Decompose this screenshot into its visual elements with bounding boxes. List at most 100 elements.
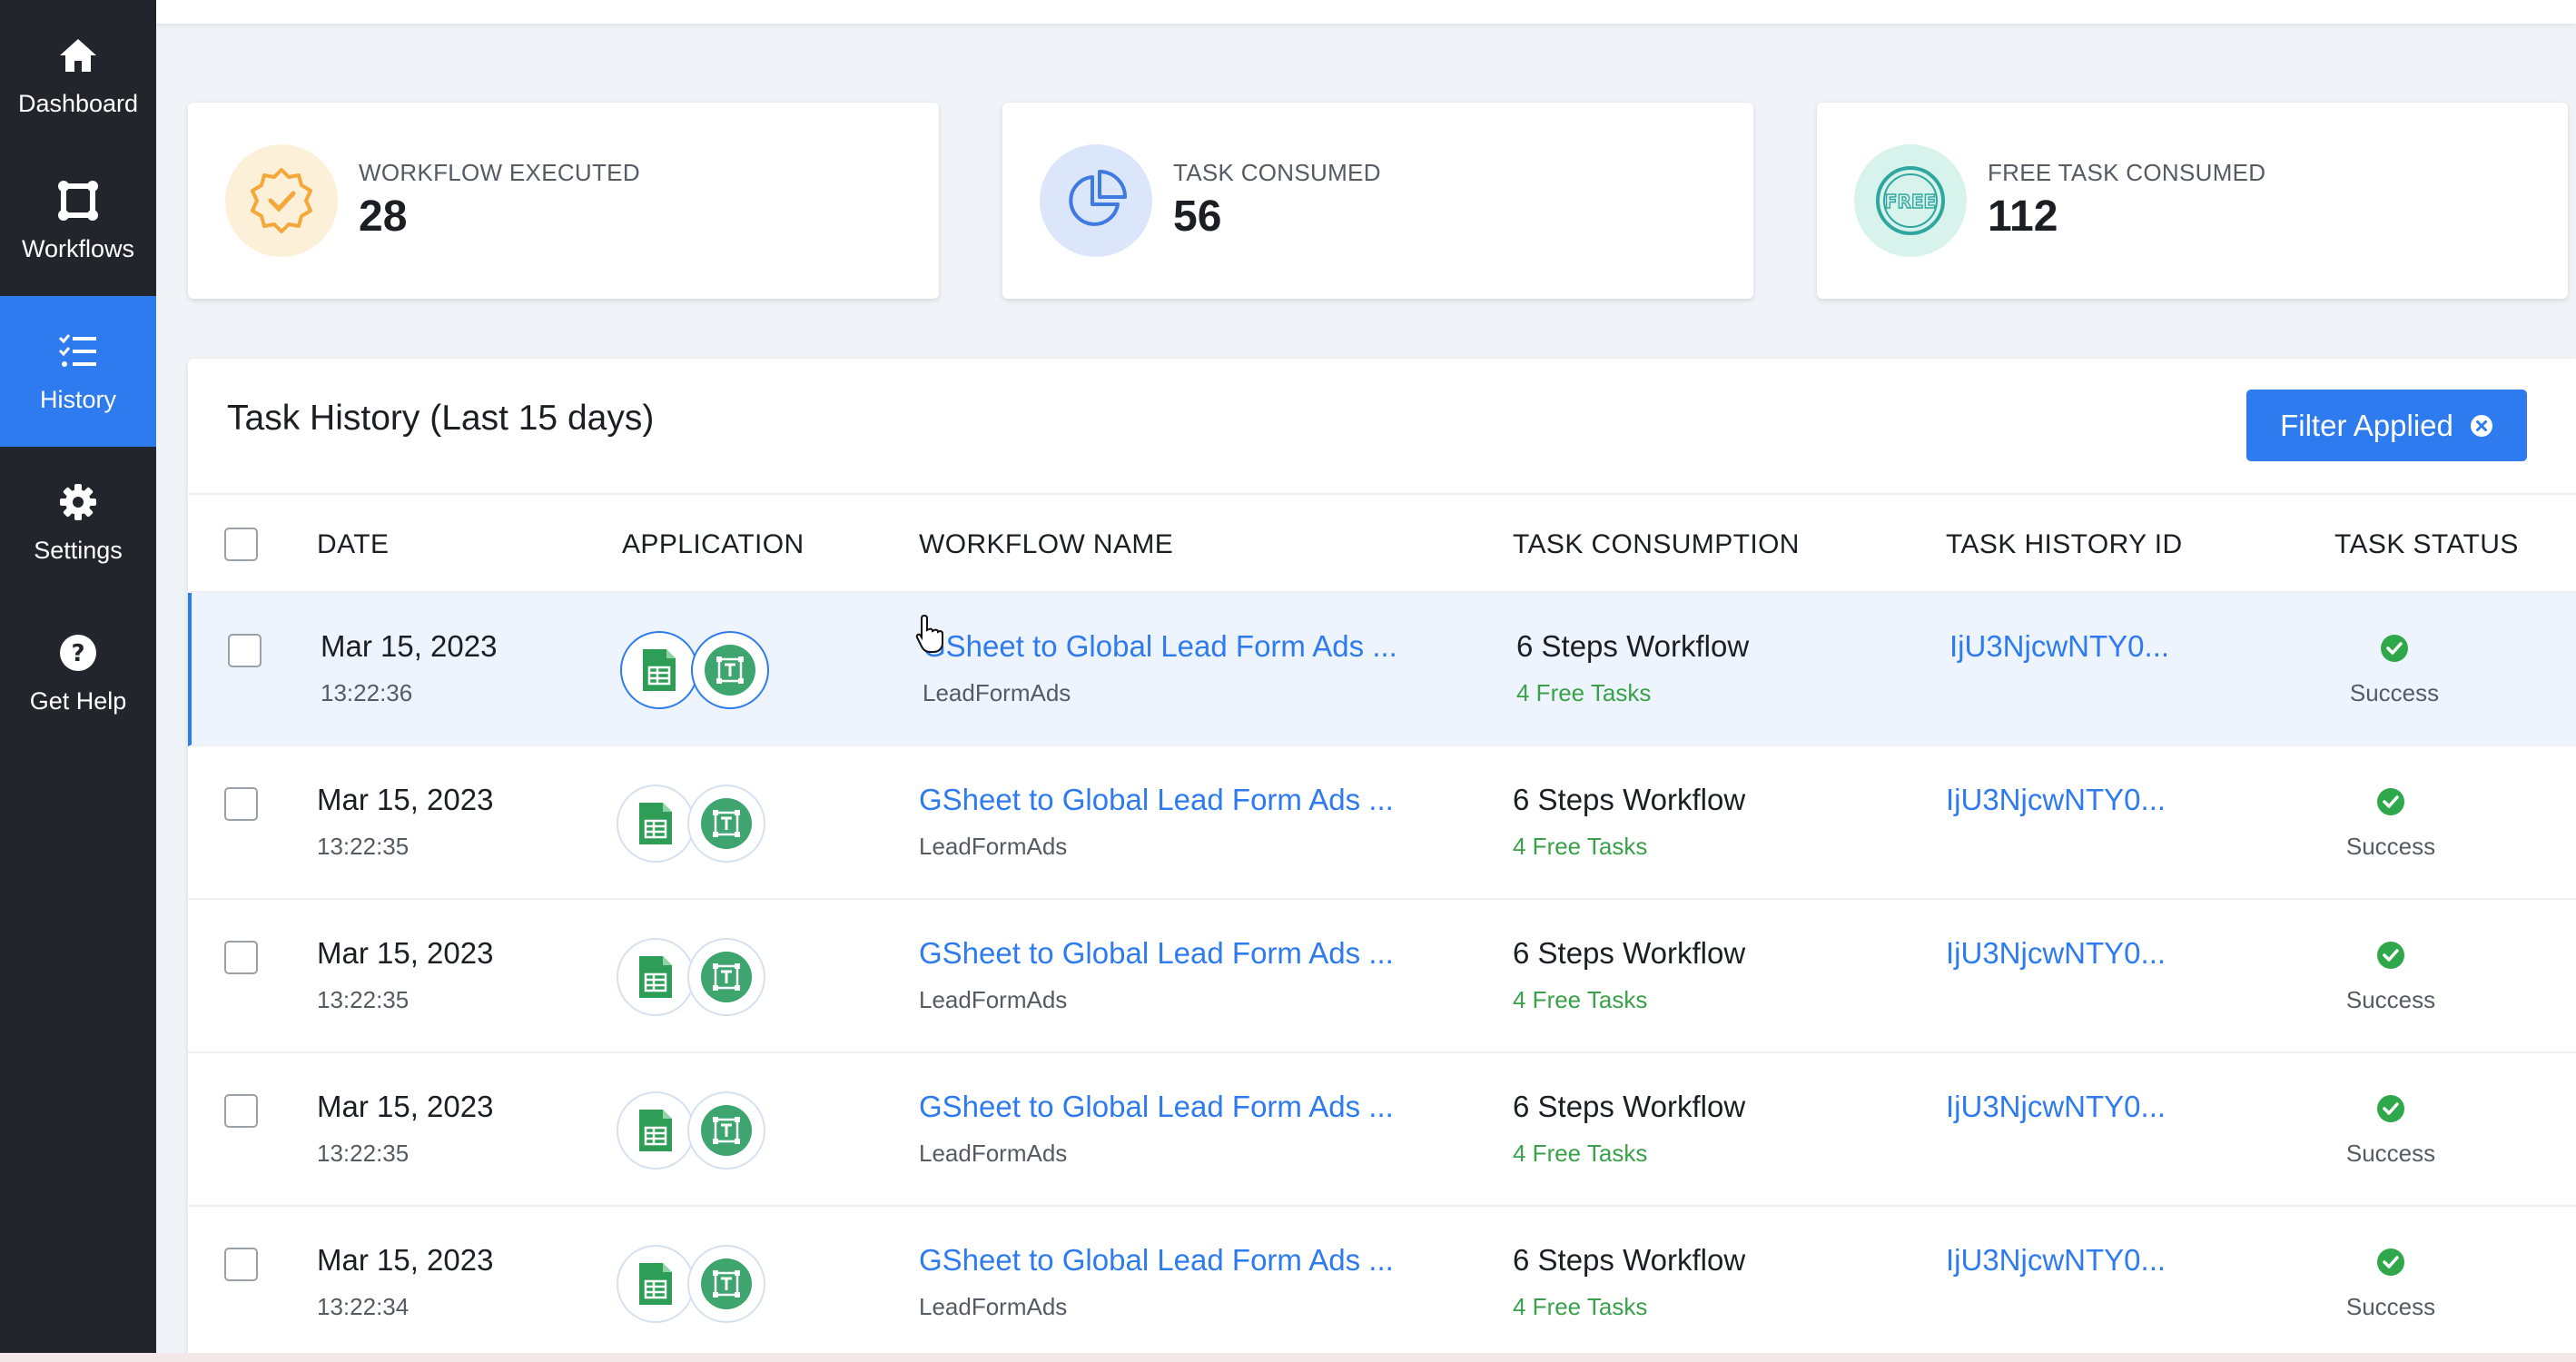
row-date: Mar 15, 2023: [317, 1090, 494, 1123]
table-row[interactable]: Mar 15, 2023 13:22:35 GSheet to Global Lea…: [188, 900, 2576, 1053]
lead-form-ads-icon: [691, 631, 769, 709]
column-header-workflow-name[interactable]: WORKFLOW NAME: [919, 495, 1173, 595]
task-status-text: Success: [2349, 679, 2440, 706]
history-list-icon: [56, 330, 100, 373]
workflow-icon: [56, 179, 100, 222]
table-row[interactable]: Mar 15, 2023 13:22:34 GSheet to Global Lea…: [188, 1207, 2576, 1360]
stat-card-free-task-consumed: FREE FREE TASK CONSUMED 112: [1817, 103, 2568, 299]
sidebar-item-label: Workflows: [21, 234, 135, 262]
google-sheets-icon: [620, 631, 698, 709]
row-checkbox[interactable]: [224, 787, 258, 821]
column-header-task-consumption[interactable]: TASK CONSUMPTION: [1513, 495, 1800, 595]
lead-form-ads-icon: [687, 1245, 765, 1323]
sidebar-item-label: History: [39, 385, 116, 413]
sidebar: Dashboard Workflows History Settings ? G…: [0, 0, 156, 1353]
sidebar-item-label: Get Help: [29, 686, 127, 715]
lead-form-ads-icon: [687, 785, 765, 863]
column-header-task-history-id[interactable]: TASK HISTORY ID: [1946, 495, 2183, 595]
row-checkbox[interactable]: [224, 1094, 258, 1128]
svg-text:FREE: FREE: [1885, 191, 1936, 212]
table-header-row: DATE APPLICATION WORKFLOW NAME TASK CONS…: [188, 493, 2576, 593]
stat-value: 112: [1988, 192, 2058, 241]
select-all-checkbox[interactable]: [224, 528, 258, 561]
task-history-id-link[interactable]: IjU3NjcwNTY0...: [1946, 783, 2166, 817]
row-time: 13:22:34: [317, 1293, 410, 1320]
top-bar: [156, 0, 2576, 24]
row-time: 13:22:35: [317, 986, 410, 1013]
application-icons: [617, 785, 771, 863]
sidebar-item-label: Dashboard: [17, 89, 139, 117]
success-check-icon: [2377, 1095, 2404, 1122]
sidebar-item-settings[interactable]: Settings: [0, 447, 156, 597]
task-history-id-link[interactable]: IjU3NjcwNTY0...: [1946, 1090, 2166, 1124]
success-check-icon: [2377, 1248, 2404, 1276]
task-history-id-link[interactable]: IjU3NjcwNTY0...: [1949, 629, 2169, 664]
success-check-icon: [2381, 635, 2408, 662]
column-header-task-status[interactable]: TASK STATUS: [2334, 495, 2519, 595]
table-row[interactable]: Mar 15, 2023 13:22:35 GSheet to Global Lea…: [188, 1053, 2576, 1207]
bottom-strip: [0, 1353, 2576, 1362]
home-icon: [56, 34, 100, 77]
table-row[interactable]: Mar 15, 2023 13:22:35 GSheet to Global Lea…: [188, 746, 2576, 900]
task-status-text: Success: [2345, 1293, 2436, 1320]
row-date: Mar 15, 2023: [321, 629, 498, 663]
sidebar-item-get-help[interactable]: ? Get Help: [0, 597, 156, 748]
task-status-text: Success: [2345, 833, 2436, 860]
task-history-id-link[interactable]: IjU3NjcwNTY0...: [1946, 936, 2166, 971]
task-history-id-link[interactable]: IjU3NjcwNTY0...: [1946, 1243, 2166, 1278]
row-checkbox[interactable]: [224, 941, 258, 974]
free-tasks: 4 Free Tasks: [1513, 1293, 1648, 1320]
row-time: 13:22:36: [321, 679, 413, 706]
row-time: 13:22:35: [317, 1140, 410, 1167]
sidebar-item-dashboard[interactable]: Dashboard: [0, 0, 156, 151]
column-header-application[interactable]: APPLICATION: [622, 495, 804, 595]
sidebar-item-history[interactable]: History: [0, 296, 156, 447]
workflow-subtitle: LeadFormAds: [919, 833, 1068, 860]
task-steps: 6 Steps Workflow: [1516, 629, 1750, 663]
google-sheets-icon: [617, 1091, 695, 1170]
row-time: 13:22:35: [317, 833, 410, 860]
free-tasks: 4 Free Tasks: [1513, 986, 1648, 1013]
svg-text:?: ?: [71, 640, 84, 667]
badge-check-icon: [225, 144, 338, 257]
row-checkbox[interactable]: [224, 1248, 258, 1281]
workflow-subtitle: LeadFormAds: [919, 1293, 1068, 1320]
column-header-date[interactable]: DATE: [317, 495, 389, 595]
google-sheets-icon: [617, 1245, 695, 1323]
filter-applied-button[interactable]: Filter Applied: [2246, 390, 2527, 461]
task-status-text: Success: [2345, 1140, 2436, 1167]
workflow-subtitle: LeadFormAds: [919, 1140, 1068, 1167]
lead-form-ads-icon: [687, 938, 765, 1016]
workflow-name-link[interactable]: GSheet to Global Lead Form Ads ...: [919, 783, 1394, 817]
stat-value: 28: [359, 192, 408, 241]
application-icons: [617, 938, 771, 1016]
free-tasks: 4 Free Tasks: [1513, 1140, 1648, 1167]
task-steps: 6 Steps Workflow: [1513, 1090, 1746, 1123]
workflow-subtitle: LeadFormAds: [919, 986, 1068, 1013]
row-date: Mar 15, 2023: [317, 1243, 494, 1277]
free-tasks: 4 Free Tasks: [1513, 833, 1648, 860]
task-steps: 6 Steps Workflow: [1513, 783, 1746, 816]
clear-filter-icon[interactable]: [2470, 414, 2493, 438]
task-status-text: Success: [2345, 986, 2436, 1013]
task-steps: 6 Steps Workflow: [1513, 936, 1746, 970]
filter-button-label: Filter Applied: [2280, 408, 2453, 442]
sidebar-item-workflows[interactable]: Workflows: [0, 145, 156, 296]
panel-title: Task History (Last 15 days): [227, 399, 655, 438]
table-row[interactable]: Mar 15, 2023 13:22:36 GSheet to Global Lea…: [188, 593, 2576, 746]
workflow-name-link[interactable]: GSheet to Global Lead Form Ads ...: [919, 936, 1394, 971]
gear-icon: [56, 480, 100, 524]
pie-chart-icon: [1040, 144, 1152, 257]
stat-card-task-consumed: TASK CONSUMED 56: [1002, 103, 1753, 299]
application-icons: [620, 631, 775, 709]
workflow-name-link[interactable]: GSheet to Global Lead Form Ads ...: [923, 629, 1397, 664]
stat-label: TASK CONSUMED: [1173, 159, 1381, 186]
workflow-name-link[interactable]: GSheet to Global Lead Form Ads ...: [919, 1090, 1394, 1124]
stat-label: FREE TASK CONSUMED: [1988, 159, 2266, 186]
sidebar-item-label: Settings: [34, 536, 123, 564]
row-checkbox[interactable]: [228, 634, 262, 667]
success-check-icon: [2377, 788, 2404, 815]
application-icons: [617, 1091, 771, 1170]
workflow-name-link[interactable]: GSheet to Global Lead Form Ads ...: [919, 1243, 1394, 1278]
row-date: Mar 15, 2023: [317, 936, 494, 970]
